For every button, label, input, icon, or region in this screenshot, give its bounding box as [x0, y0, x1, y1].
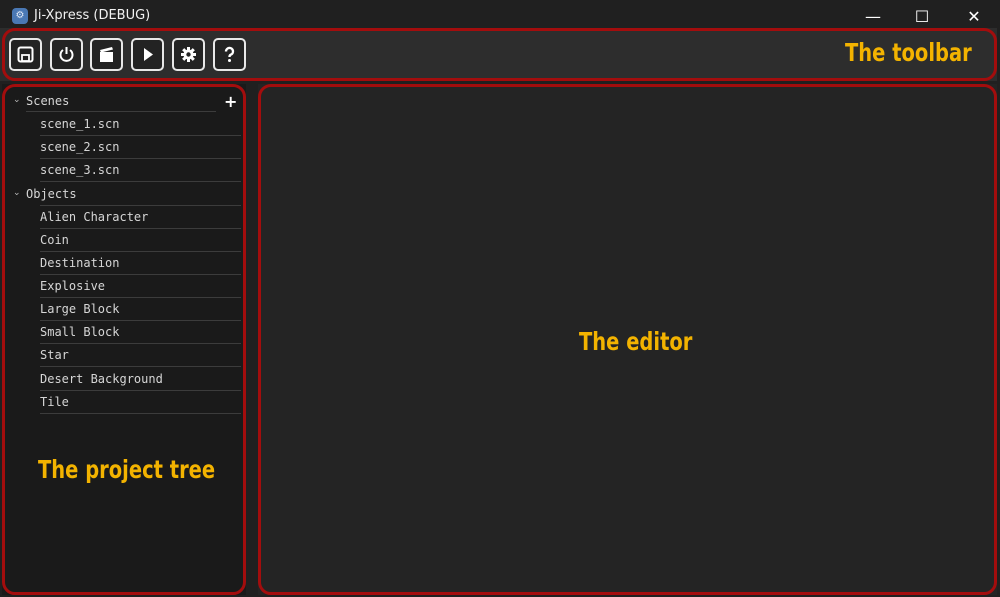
help-button[interactable] — [213, 38, 246, 71]
tree-item[interactable]: Star — [40, 344, 241, 367]
power-icon — [59, 47, 74, 62]
tree-item[interactable]: Coin — [40, 229, 241, 252]
help-icon — [224, 46, 235, 62]
settings-button[interactable] — [172, 38, 205, 71]
tree-item[interactable]: Desert Background — [40, 368, 241, 391]
window-title: Ji-Xpress (DEBUG) — [34, 8, 151, 23]
tree-item[interactable]: Tile — [40, 391, 241, 414]
add-scene-button[interactable]: + — [224, 92, 237, 111]
save-button[interactable] — [9, 38, 42, 71]
tree-item — [40, 183, 241, 206]
save-icon — [17, 46, 34, 63]
tree-item[interactable]: scene_1.scn — [40, 113, 241, 136]
tree-item[interactable]: Explosive — [40, 275, 241, 298]
chevron-down-icon[interactable]: ⌄ — [13, 188, 21, 198]
gear-icon — [181, 47, 196, 62]
power-button[interactable] — [50, 38, 83, 71]
tree-group-scenes[interactable]: Scenes — [26, 94, 69, 108]
tree-item[interactable]: Small Block — [40, 321, 241, 344]
toolbar-annotation: The toolbar — [845, 38, 972, 67]
tree-item[interactable]: Destination — [40, 252, 241, 275]
editor-annotation: The editor — [579, 327, 693, 356]
app-icon: ⚙ — [12, 8, 28, 24]
clapperboard-button[interactable] — [90, 38, 123, 71]
tree-annotation: The project tree — [38, 455, 216, 484]
tree-item[interactable]: Alien Character — [40, 206, 241, 229]
tree-item[interactable]: scene_2.scn — [40, 136, 241, 159]
play-icon — [144, 48, 153, 61]
chevron-down-icon[interactable]: ⌄ — [13, 95, 21, 105]
play-button[interactable] — [131, 38, 164, 71]
tree-item[interactable]: Large Block — [40, 298, 241, 321]
divider — [26, 111, 216, 112]
clapperboard-icon — [100, 47, 113, 62]
tree-item[interactable]: scene_3.scn — [40, 159, 241, 182]
project-tree: ⌄ Scenes + scene_1.scn scene_2.scn scene… — [2, 84, 246, 595]
